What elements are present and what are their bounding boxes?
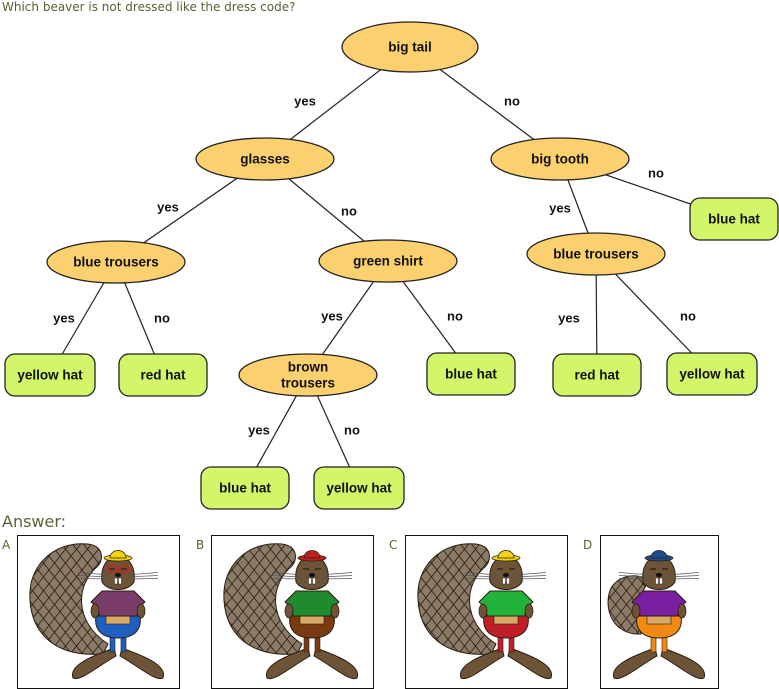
node-label: glasses	[240, 152, 290, 167]
answer-option-d[interactable]	[600, 535, 719, 689]
edge-label-yes: yes	[157, 200, 179, 215]
right-foot-icon	[313, 647, 358, 680]
edge-label-no: no	[341, 204, 357, 219]
leaf-node: yellow hat	[4, 353, 96, 397]
leaf-node: blue hat	[689, 197, 779, 241]
edge-label-yes: yes	[549, 201, 571, 216]
hat-icon	[103, 550, 133, 562]
edge-label-no: no	[154, 311, 170, 326]
left-foot-icon	[613, 647, 658, 680]
edge-label-yes: yes	[53, 311, 75, 326]
option-letter-c: C	[389, 538, 398, 552]
decision-node: blue trousers	[526, 232, 666, 276]
option-letter-d: D	[583, 538, 593, 552]
answer-option-a[interactable]	[17, 535, 180, 689]
leaf-node: blue hat	[426, 352, 516, 396]
edge-label-no: no	[648, 166, 664, 181]
right-foot-icon	[507, 647, 552, 680]
tooth-icon	[655, 577, 659, 585]
node-label: blue hat	[219, 481, 271, 496]
node-label: green shirt	[353, 254, 423, 269]
edge-label-yes: yes	[248, 423, 270, 438]
node-label: blue trousers	[553, 247, 639, 262]
hat-icon	[491, 550, 521, 562]
decision-node: browntrousers	[238, 353, 378, 397]
decision-node: big tooth	[490, 137, 630, 181]
node-label: red hat	[140, 368, 186, 383]
beaver-image-a	[29, 543, 164, 680]
leaf-node: blue hat	[200, 466, 290, 510]
leaf-node: yellow hat	[666, 352, 758, 396]
tooth-icon	[114, 577, 118, 585]
edge-label-no: no	[344, 423, 360, 438]
beaver-image-c	[417, 543, 552, 680]
edge-label-no: no	[504, 94, 520, 109]
decision-node: green shirt	[318, 239, 458, 283]
hat-icon	[297, 550, 327, 562]
node-label: blue hat	[708, 212, 760, 227]
node-label: trousers	[281, 376, 335, 391]
right-foot-icon	[119, 647, 164, 680]
leaf-node: yellow hat	[313, 466, 405, 510]
leaf-node: red hat	[552, 353, 642, 397]
tooth-icon	[308, 577, 312, 585]
decision-tree-diagram: yes no yes no yes no yes no yes no yes no yes no big t…	[4, 21, 779, 510]
node-label: yellow hat	[326, 481, 392, 496]
beaver-image-d	[607, 550, 705, 680]
edge-label-no: no	[680, 309, 696, 324]
beaver-image-b	[223, 543, 358, 680]
node-label: yellow hat	[679, 367, 745, 382]
edge-label-yes: yes	[558, 311, 580, 326]
node-label: big tooth	[531, 152, 589, 167]
node-label: blue hat	[445, 367, 497, 382]
node-label: blue trousers	[73, 255, 159, 270]
decision-node: big tail	[341, 21, 479, 73]
node-label: brown	[288, 360, 329, 375]
decision-node: blue trousers	[46, 240, 186, 284]
node-label: red hat	[574, 368, 620, 383]
answer-heading: Answer:	[2, 512, 67, 531]
right-foot-icon	[660, 647, 705, 680]
answer-option-c[interactable]	[405, 535, 568, 689]
edge-label-yes: yes	[294, 94, 316, 109]
option-letter-b: B	[196, 538, 205, 552]
edge-label-no: no	[447, 309, 463, 324]
option-letter-a: A	[2, 538, 11, 552]
tooth-icon	[502, 577, 506, 585]
node-label: big tail	[388, 40, 432, 55]
node-label: yellow hat	[17, 368, 83, 383]
answer-option-b[interactable]	[211, 535, 374, 689]
leaf-node: red hat	[118, 353, 208, 397]
hat-icon	[644, 550, 674, 562]
decision-node: glasses	[195, 137, 335, 181]
edge-label-yes: yes	[321, 309, 343, 324]
